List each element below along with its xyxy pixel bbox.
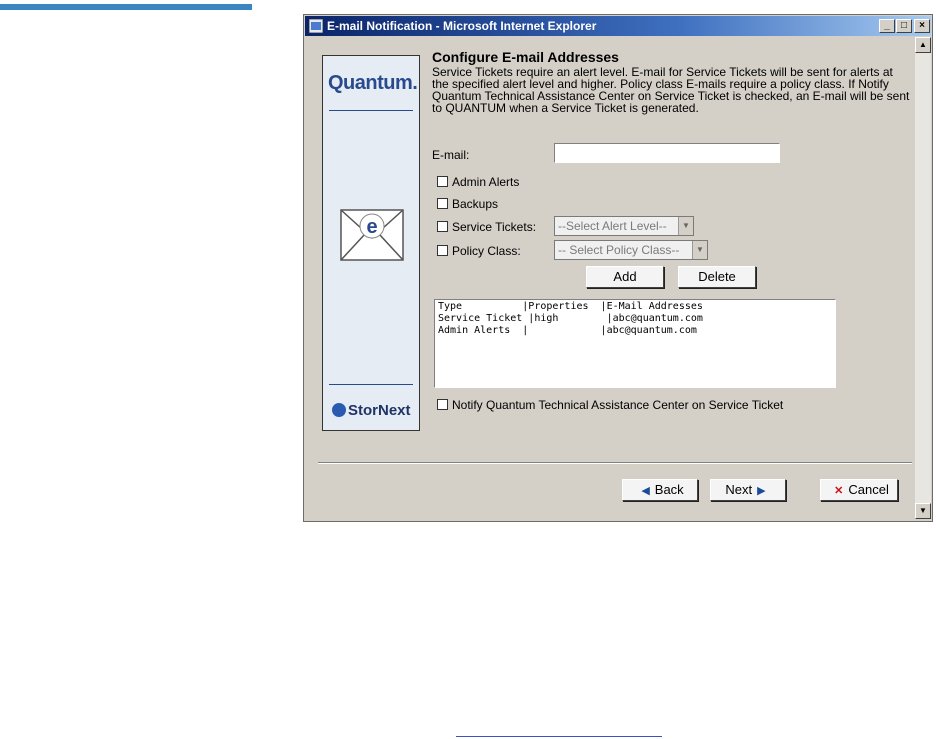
envelope-icon: e bbox=[340, 209, 404, 261]
envelope-letter: e bbox=[366, 216, 377, 238]
quantum-logo: Quantum. bbox=[328, 72, 418, 94]
instructions-text: Service Tickets require an alert level. … bbox=[432, 65, 910, 115]
next-button[interactable]: Next ▶ bbox=[710, 479, 786, 501]
brand-sidebar: Quantum. e StorNext bbox=[322, 55, 420, 431]
close-button[interactable]: × bbox=[914, 19, 930, 33]
backups-label: Backups bbox=[452, 197, 499, 211]
alert-level-select[interactable]: --Select Alert Level-- ▼ bbox=[554, 216, 694, 236]
back-label: Back bbox=[654, 482, 684, 497]
stornext-logo: StorNext bbox=[332, 402, 411, 419]
service-tickets-checkbox[interactable] bbox=[437, 221, 448, 232]
minimize-button[interactable]: _ bbox=[879, 19, 895, 33]
policy-class-select[interactable]: -- Select Policy Class-- ▼ bbox=[554, 240, 708, 260]
chevron-down-icon: ▼ bbox=[678, 217, 693, 235]
cancel-button[interactable]: ✕ Cancel bbox=[820, 479, 898, 501]
backups-checkbox[interactable] bbox=[437, 198, 448, 209]
add-button[interactable]: Add bbox=[586, 266, 664, 288]
chevron-down-icon: ▼ bbox=[692, 241, 707, 259]
scroll-down-icon[interactable]: ▼ bbox=[915, 503, 931, 519]
ie-window-icon bbox=[309, 19, 323, 33]
cancel-x-icon: ✕ bbox=[834, 485, 844, 497]
email-field[interactable] bbox=[554, 143, 780, 163]
delete-button[interactable]: Delete bbox=[678, 266, 756, 288]
sidebar-divider-bottom bbox=[329, 384, 413, 385]
back-arrow-icon: ◀ bbox=[641, 485, 650, 497]
email-label: E-mail: bbox=[432, 148, 470, 162]
list-header-row: Type |Properties |E-Mail Addresses bbox=[438, 301, 703, 312]
notify-quantum-checkbox[interactable] bbox=[437, 399, 448, 410]
dialog-content: Quantum. e StorNext Configure E-mail Add… bbox=[306, 37, 914, 519]
list-item[interactable]: Admin Alerts | |abc@quantum.com bbox=[438, 325, 832, 337]
window-title: E-mail Notification - Microsoft Internet… bbox=[327, 19, 597, 33]
next-label: Next bbox=[725, 482, 753, 497]
back-button[interactable]: ◀ Back bbox=[622, 479, 698, 501]
maximize-button[interactable]: □ bbox=[896, 19, 912, 33]
sidebar-divider-top bbox=[329, 110, 413, 111]
next-arrow-icon: ▶ bbox=[757, 485, 766, 497]
admin-alerts-checkbox[interactable] bbox=[437, 176, 448, 187]
title-bar[interactable]: E-mail Notification - Microsoft Internet… bbox=[305, 16, 931, 36]
policy-class-label: Policy Class: bbox=[452, 244, 521, 258]
service-tickets-label: Service Tickets: bbox=[452, 220, 537, 234]
stornext-label: StorNext bbox=[348, 402, 411, 419]
footer-separator bbox=[318, 462, 912, 464]
notify-quantum-label: Notify Quantum Technical Assistance Cent… bbox=[452, 398, 784, 412]
policy-class-checkbox[interactable] bbox=[437, 245, 448, 256]
email-address-list[interactable]: Type |Properties |E-Mail Addresses Servi… bbox=[434, 299, 836, 388]
alert-level-value: --Select Alert Level-- bbox=[558, 219, 667, 233]
email-notification-window: E-mail Notification - Microsoft Internet… bbox=[303, 14, 933, 522]
stornext-globe-icon bbox=[332, 403, 346, 417]
admin-alerts-label: Admin Alerts bbox=[452, 175, 520, 189]
scroll-up-icon[interactable]: ▲ bbox=[915, 37, 931, 53]
vertical-scrollbar[interactable]: ▲ ▼ bbox=[915, 37, 931, 519]
policy-class-value: -- Select Policy Class-- bbox=[558, 243, 680, 257]
cancel-label: Cancel bbox=[848, 482, 889, 497]
page-link-underline bbox=[456, 736, 662, 737]
list-item[interactable]: Service Ticket |high |abc@quantum.com bbox=[438, 313, 832, 325]
page-header-rule bbox=[0, 4, 252, 10]
page-title: Configure E-mail Addresses bbox=[432, 49, 619, 65]
